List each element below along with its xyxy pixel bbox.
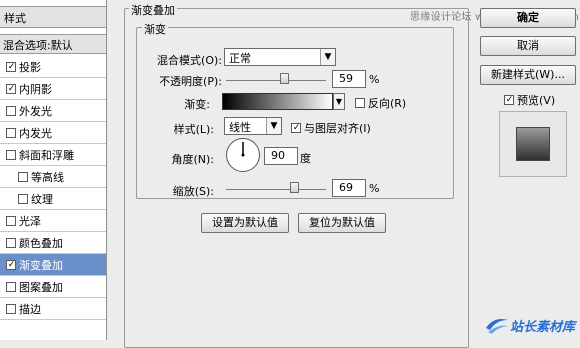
align-layer-checkbox[interactable]: 与图层对齐(I) <box>291 120 371 136</box>
preview-checkbox[interactable]: 预览(V) <box>504 92 555 108</box>
opacity-input[interactable]: 59 <box>332 70 366 88</box>
angle-unit: 度 <box>300 152 311 165</box>
preview-label: 预览(V) <box>517 94 556 107</box>
style-list-item[interactable]: 渐变叠加 <box>0 254 106 276</box>
blend-mode-label: 混合模式(O): <box>157 54 222 67</box>
style-list-item[interactable]: 投影 <box>0 56 106 78</box>
checkbox-icon[interactable] <box>6 62 16 72</box>
style-list-item[interactable]: 描边 <box>0 298 106 320</box>
scale-slider-track[interactable] <box>226 189 326 190</box>
gradient-swatch[interactable] <box>222 93 333 110</box>
angle-dial[interactable] <box>226 138 260 172</box>
style-list-item-label: 外发光 <box>19 105 52 118</box>
reverse-checkbox[interactable]: 反向(R) <box>355 95 406 111</box>
style-list-item[interactable]: 等高线 <box>0 166 106 188</box>
style-list-item-label: 光泽 <box>19 215 41 228</box>
angle-dial-needle-icon <box>241 142 245 157</box>
new-style-button[interactable]: 新建样式(W)... <box>480 65 576 85</box>
checkbox-icon[interactable] <box>6 216 16 226</box>
opacity-slider-track[interactable] <box>226 80 326 81</box>
style-list-item-label: 投影 <box>19 61 41 74</box>
site-logo: 站长素材库 <box>484 312 576 338</box>
style-list-item[interactable]: 外发光 <box>0 100 106 122</box>
style-list-item-label: 图案叠加 <box>19 281 63 294</box>
reverse-label: 反向(R) <box>368 97 407 110</box>
preview-swatch <box>516 127 550 161</box>
style-list-item-label: 内阴影 <box>19 83 52 96</box>
opacity-unit: % <box>369 73 380 86</box>
preview-check-icon <box>504 95 514 105</box>
styles-panel: 样式 混合选项:默认 投影内阴影外发光内发光斜面和浮雕等高线纹理光泽颜色叠加渐变… <box>0 0 107 340</box>
checkbox-icon[interactable] <box>6 260 16 270</box>
style-value: 线性 <box>229 121 251 134</box>
angle-input[interactable]: 90 <box>264 147 298 165</box>
checkbox-icon[interactable] <box>18 172 28 182</box>
blend-options-item[interactable]: 混合选项:默认 <box>0 34 106 54</box>
gradient-dropdown-icon[interactable]: ▼ <box>333 93 345 110</box>
style-list-item[interactable]: 斜面和浮雕 <box>0 144 106 166</box>
style-list-item[interactable]: 纹理 <box>0 188 106 210</box>
gradient-overlay-title: 渐变叠加 <box>129 2 177 18</box>
style-select[interactable]: 线性 ▼ <box>224 117 282 135</box>
style-list-item-label: 渐变叠加 <box>19 259 63 272</box>
scale-input[interactable]: 69 <box>332 179 366 197</box>
opacity-label: 不透明度(P): <box>159 75 222 88</box>
checkbox-icon[interactable] <box>6 150 16 160</box>
styles-header: 样式 <box>0 6 106 28</box>
style-list-item-label: 斜面和浮雕 <box>19 149 74 162</box>
checkbox-icon[interactable] <box>6 84 16 94</box>
blend-mode-select[interactable]: 正常 ▼ <box>224 48 336 66</box>
style-list-item-label: 等高线 <box>31 171 64 184</box>
set-default-button[interactable]: 设置为默认值 <box>201 213 289 233</box>
reset-default-button[interactable]: 复位为默认值 <box>298 213 386 233</box>
checkbox-icon[interactable] <box>6 106 16 116</box>
checkbox-icon[interactable] <box>6 238 16 248</box>
opacity-slider-thumb[interactable] <box>280 73 289 84</box>
style-list-item-label: 内发光 <box>19 127 52 140</box>
style-label: 样式(L): <box>173 123 214 136</box>
style-list-item-label: 描边 <box>19 303 41 316</box>
style-list-item-label: 纹理 <box>31 193 53 206</box>
style-list-item[interactable]: 颜色叠加 <box>0 232 106 254</box>
scale-unit: % <box>369 182 380 195</box>
align-layer-label: 与图层对齐(I) <box>304 122 371 135</box>
angle-label: 角度(N): <box>171 153 214 166</box>
style-list-item[interactable]: 内发光 <box>0 122 106 144</box>
swoosh-icon <box>486 319 508 334</box>
preview-box <box>499 111 567 177</box>
chevron-down-icon: ▼ <box>320 49 335 65</box>
checkbox-icon[interactable] <box>18 194 28 204</box>
checkbox-icon[interactable] <box>6 304 16 314</box>
style-list-item[interactable]: 内阴影 <box>0 78 106 100</box>
gradient-subgroup-title: 渐变 <box>142 21 168 37</box>
style-list-item[interactable]: 光泽 <box>0 210 106 232</box>
cancel-button[interactable]: 取消 <box>480 36 576 56</box>
ok-button[interactable]: 确定 <box>480 8 576 28</box>
logo-text: 站长素材库 <box>510 320 576 335</box>
scale-label: 缩放(S): <box>172 185 214 198</box>
checkbox-icon[interactable] <box>6 128 16 138</box>
checkbox-icon[interactable] <box>6 282 16 292</box>
reverse-check-icon <box>355 98 365 108</box>
scale-slider-thumb[interactable] <box>290 182 299 193</box>
blend-mode-value: 正常 <box>229 52 251 65</box>
gradient-label: 渐变: <box>184 98 210 111</box>
style-list-item[interactable]: 图案叠加 <box>0 276 106 298</box>
chevron-down-icon: ▼ <box>266 118 281 134</box>
align-check-icon <box>291 123 301 133</box>
style-list-item-label: 颜色叠加 <box>19 237 63 250</box>
